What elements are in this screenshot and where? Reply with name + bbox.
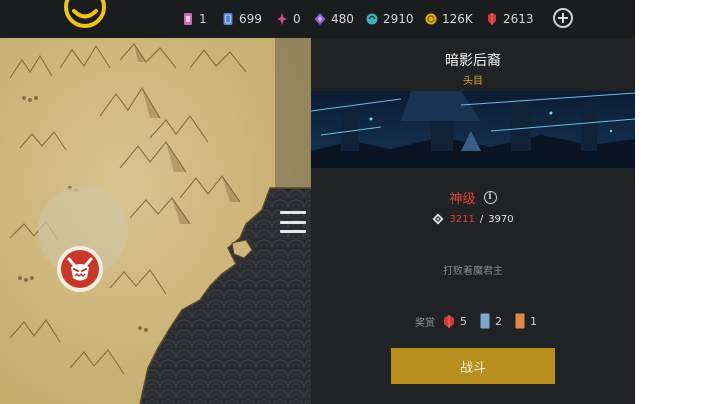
orange-card-icon <box>515 313 525 329</box>
resource-bar: 1 699 0 480 2910 126K 2613 + <box>0 0 635 38</box>
info-icon[interactable]: i <box>483 191 497 204</box>
ruby-icon <box>488 13 496 25</box>
star-gem-icon <box>277 13 287 25</box>
resource-value: 699 <box>239 12 262 26</box>
reward-count: 1 <box>530 314 537 328</box>
map-terrain <box>0 38 311 404</box>
menu-line <box>280 230 306 233</box>
rewards-label: 奖赏 <box>415 317 435 329</box>
add-resources-button[interactable]: + <box>553 8 573 28</box>
reward-item: 2 <box>480 313 502 329</box>
difficulty-row: 神级 i <box>311 188 635 207</box>
boss-detail-panel: 暗影后裔 头目 神级 i 3211 / 3970 打败着魔君主 奖赏 5 2 1… <box>311 38 635 404</box>
objective-text: 打败着魔君主 <box>443 266 503 277</box>
ticket-icon <box>184 13 192 25</box>
reward-item: 1 <box>515 313 537 329</box>
power-required: 3970 <box>488 213 514 225</box>
resource-diamonds: 480 <box>314 11 354 27</box>
fight-button[interactable]: 战斗 <box>391 348 555 384</box>
guild-emblem-icon <box>64 0 106 28</box>
boss-name: 暗影后裔 <box>445 53 501 69</box>
resource-rubies: 2613 <box>486 11 534 27</box>
resource-essence: 2910 <box>366 11 414 27</box>
menu-line <box>280 220 306 224</box>
boss-banner-image <box>311 91 635 168</box>
resource-value: 1 <box>199 12 207 26</box>
map-menu-button[interactable] <box>280 211 306 233</box>
world-map[interactable] <box>0 38 311 404</box>
blue-card-icon <box>480 313 490 329</box>
diamond-icon <box>314 13 326 25</box>
resource-star-gems: 0 <box>276 11 301 27</box>
boss-marker-icon[interactable] <box>56 245 104 293</box>
game-screen: 1 699 0 480 2910 126K 2613 + 暗影后裔 头目 神级 … <box>0 0 635 404</box>
reward-count: 5 <box>460 314 467 328</box>
resource-gold: 126K <box>425 11 473 27</box>
resource-value: 2910 <box>383 12 414 26</box>
boss-rank: 头目 <box>463 76 483 87</box>
reward-count: 2 <box>495 314 502 328</box>
menu-line <box>280 211 306 214</box>
rewards-row: 奖赏 5 2 1 <box>415 313 544 329</box>
resource-value: 2613 <box>503 12 534 26</box>
resource-tickets: 1 <box>182 11 207 27</box>
power-current: 3211 <box>449 213 475 225</box>
reward-item: 5 <box>443 314 467 329</box>
power-separator: / <box>479 213 484 225</box>
plus-icon: + <box>556 8 570 27</box>
power-icon <box>432 213 444 225</box>
difficulty-label: 神级 <box>449 192 476 207</box>
ruby-icon <box>444 314 454 328</box>
resource-value: 126K <box>442 12 473 26</box>
card-icon <box>223 13 233 25</box>
power-requirement: 3211 / 3970 <box>311 213 635 225</box>
resource-cards: 699 <box>222 11 262 27</box>
swirl-icon <box>366 13 378 25</box>
resource-value: 0 <box>293 12 301 26</box>
resource-value: 480 <box>331 12 354 26</box>
coin-icon <box>425 13 437 25</box>
